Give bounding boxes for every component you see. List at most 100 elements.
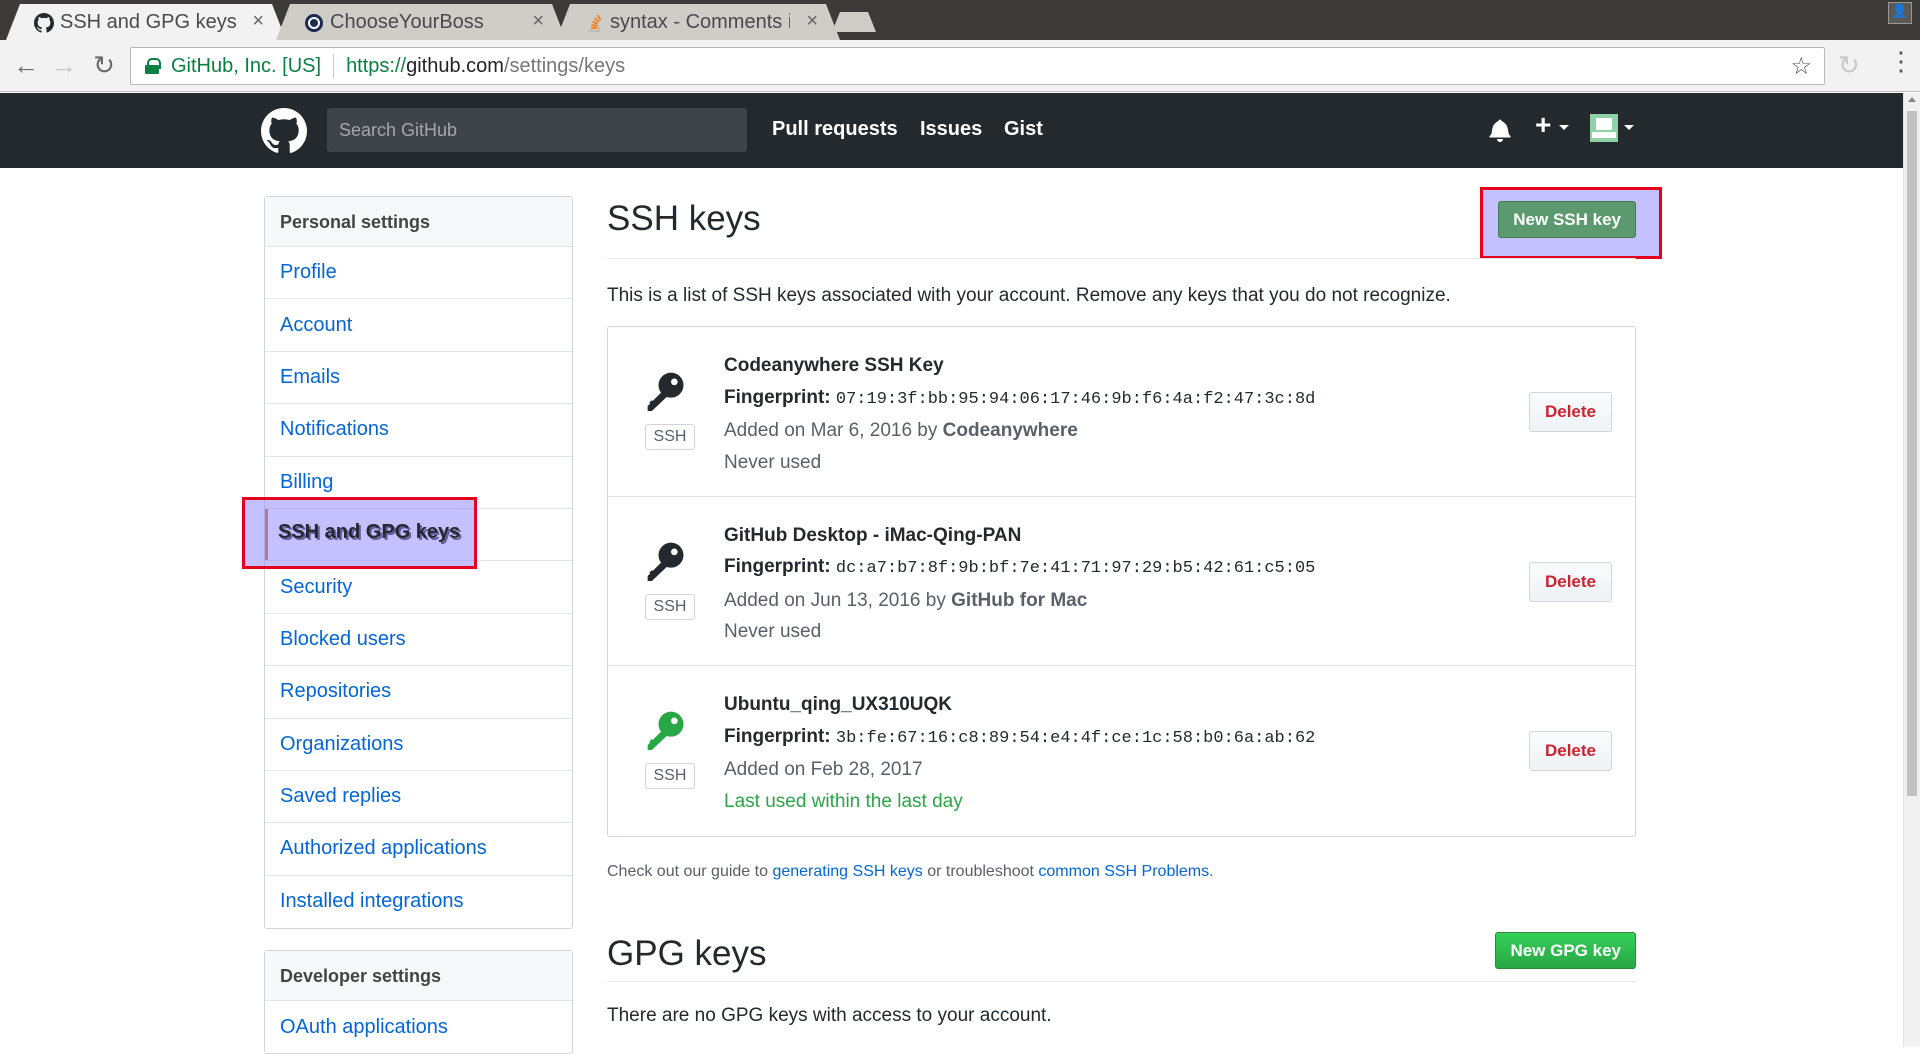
- tab-title: ChooseYourBoss: [330, 10, 484, 33]
- ssh-key-list: SSH Codeanywhere SSH Key Fingerprint: 07…: [607, 326, 1636, 837]
- nav-issues[interactable]: Issues: [920, 118, 982, 141]
- ssh-guide-text: Check out our guide to generating SSH ke…: [607, 863, 1636, 881]
- extension-icon[interactable]: ↻: [1838, 50, 1860, 81]
- gpg-title: GPG keys: [607, 933, 767, 973]
- chevron-down-icon[interactable]: [1559, 125, 1569, 130]
- key-type-badge: SSH: [645, 763, 695, 789]
- sidebar-item-security[interactable]: Security: [265, 561, 572, 614]
- nav-gist[interactable]: Gist: [1004, 118, 1043, 141]
- sidebar-item-notifications[interactable]: Notifications: [265, 404, 572, 457]
- key-title: Ubuntu_qing_UX310UQK: [724, 694, 953, 715]
- added-date: Added on Feb 28, 2017: [724, 759, 923, 780]
- common-ssh-problems-link[interactable]: common SSH Problems: [1038, 863, 1209, 880]
- fingerprint: 3b:fe:67:16:c8:89:54:e4:4f:ce:1c:58:b0:6…: [835, 728, 1316, 748]
- sidebar-item-saved-replies[interactable]: Saved replies: [265, 771, 572, 824]
- url-path: /settings/keys: [503, 54, 626, 77]
- delete-key-button[interactable]: Delete: [1528, 392, 1612, 432]
- sidebar-item-authorized-applications[interactable]: Authorized applications: [265, 823, 572, 876]
- last-used: Last used within the last day: [724, 790, 963, 812]
- fingerprint-label: Fingerprint:: [724, 725, 831, 747]
- browser-tab-chooseyourboss[interactable]: ChooseYourBoss ×: [276, 4, 566, 40]
- sidebar-item-blocked-users[interactable]: Blocked users: [265, 614, 572, 667]
- guide-middle: or troubleshoot: [927, 862, 1034, 880]
- added-by: GitHub for Mac: [951, 589, 1088, 611]
- browser-tab-ssh-gpg-keys[interactable]: SSH and GPG keys ×: [6, 4, 286, 40]
- key-icon: [647, 711, 684, 750]
- chevron-down-icon[interactable]: [1624, 125, 1634, 130]
- sidebar-item-profile[interactable]: Profile: [265, 247, 572, 300]
- plus-icon[interactable]: +: [1535, 109, 1551, 141]
- sidebar-item-organizations[interactable]: Organizations: [265, 719, 572, 771]
- menu-heading: Personal settings: [265, 197, 572, 247]
- menu-heading: Developer settings: [265, 951, 572, 1001]
- menu-dots-icon[interactable]: ⋮: [1888, 48, 1914, 74]
- sidebar-item-repositories[interactable]: Repositories: [265, 666, 572, 719]
- added-by: Codeanywhere: [942, 420, 1078, 441]
- close-icon[interactable]: ×: [252, 10, 264, 33]
- page-title: SSH keys: [607, 199, 761, 238]
- url-host: github.com: [406, 54, 504, 77]
- scrollbar[interactable]: [1903, 93, 1920, 1047]
- key-icon: [647, 542, 684, 581]
- list-item: SSH Codeanywhere SSH Key Fingerprint: 07…: [608, 327, 1635, 497]
- site-identity[interactable]: GitHub, Inc. [US]: [171, 55, 321, 78]
- fingerprint-label: Fingerprint:: [724, 556, 831, 577]
- delete-key-button[interactable]: Delete: [1528, 731, 1612, 771]
- new-ssh-key-button[interactable]: New SSH key: [1498, 201, 1636, 238]
- last-used: Never used: [724, 621, 822, 642]
- browser-toolbar: ← → ↻ GitHub, Inc. [US] https:// github.…: [0, 40, 1920, 92]
- delete-key-button[interactable]: Delete: [1528, 561, 1612, 602]
- stackoverflow-icon: [588, 14, 602, 32]
- sidebar-item-emails[interactable]: Emails: [265, 352, 572, 405]
- reload-icon[interactable]: ↻: [88, 50, 120, 82]
- gpg-empty-text: There are no GPG keys with access to you…: [607, 1004, 1052, 1026]
- profile-icon[interactable]: 👤: [1888, 2, 1912, 24]
- url-scheme: https://: [346, 54, 407, 77]
- scroll-up-icon[interactable]: [1908, 97, 1916, 102]
- divider: [333, 54, 335, 78]
- forward-arrow-icon[interactable]: →: [48, 50, 80, 82]
- sidebar-item-account[interactable]: Account: [265, 299, 572, 352]
- added-date: Added on Mar 6, 2016 by: [724, 420, 938, 441]
- close-icon[interactable]: ×: [806, 10, 818, 33]
- guide-prefix: Check out our guide to: [607, 862, 768, 880]
- fingerprint: 07:19:3f:bb:95:94:06:17:46:9b:f6:4a:f2:4…: [835, 389, 1316, 409]
- sidebar-item-label: SSH and GPG keys: [278, 521, 461, 543]
- browser-tab-syntax-comments[interactable]: syntax - Comments in ×: [556, 4, 840, 40]
- github-header: Search GitHub Pull requests Issues Gist …: [0, 93, 1903, 168]
- ssh-keys-subhead: SSH keys New SSH key: [607, 195, 1636, 259]
- scroll-thumb[interactable]: [1907, 111, 1917, 796]
- github-logo-icon[interactable]: [261, 108, 307, 154]
- gpg-keys-subhead: GPG keys New GPG key: [607, 931, 1636, 982]
- key-title: Codeanywhere SSH Key: [724, 355, 944, 376]
- bell-icon[interactable]: [1489, 118, 1511, 142]
- sidebar-item-oauth-applications[interactable]: OAuth applications: [265, 1001, 572, 1053]
- added-date: Added on Jun 13, 2016 by: [724, 589, 946, 611]
- back-arrow-icon[interactable]: ←: [10, 50, 42, 82]
- search-input[interactable]: Search GitHub: [327, 108, 747, 152]
- key-type-badge: SSH: [645, 424, 695, 450]
- bookmark-star-icon[interactable]: ☆: [1790, 52, 1812, 81]
- tab-title: SSH and GPG keys: [60, 10, 237, 33]
- close-icon[interactable]: ×: [532, 10, 544, 33]
- browser-tabstrip: SSH and GPG keys × ChooseYourBoss × synt…: [0, 0, 1920, 40]
- sidebar-item-installed-integrations[interactable]: Installed integrations: [265, 876, 572, 928]
- nav-pull-requests[interactable]: Pull requests: [772, 118, 898, 141]
- new-gpg-key-button[interactable]: New GPG key: [1495, 931, 1636, 969]
- developer-settings-menu: Developer settings OAuth applications: [264, 950, 573, 1054]
- generating-ssh-keys-link[interactable]: generating SSH keys: [772, 863, 922, 880]
- main-content: SSH keys New SSH key This is a list of S…: [607, 195, 1636, 1027]
- ssh-intro-text: This is a list of SSH keys associated wi…: [607, 285, 1451, 306]
- avatar[interactable]: [1590, 114, 1618, 142]
- list-item: SSH Ubuntu_qing_UX310UQK Fingerprint: 3b…: [608, 666, 1635, 836]
- last-used: Never used: [724, 451, 822, 473]
- github-icon: [34, 13, 54, 33]
- key-title: GitHub Desktop - iMac-Qing-PAN: [724, 524, 1022, 546]
- fingerprint: dc:a7:b7:8f:9b:bf:7e:41:71:97:29:b5:42:6…: [835, 559, 1316, 578]
- key-icon: [647, 372, 684, 411]
- lock-icon: [145, 58, 161, 74]
- key-type-badge: SSH: [645, 593, 695, 620]
- guide-suffix: .: [1209, 862, 1214, 880]
- address-bar[interactable]: GitHub, Inc. [US] https:// github.com /s…: [130, 47, 1825, 85]
- list-item: SSH GitHub Desktop - iMac-Qing-PAN Finge…: [608, 497, 1635, 666]
